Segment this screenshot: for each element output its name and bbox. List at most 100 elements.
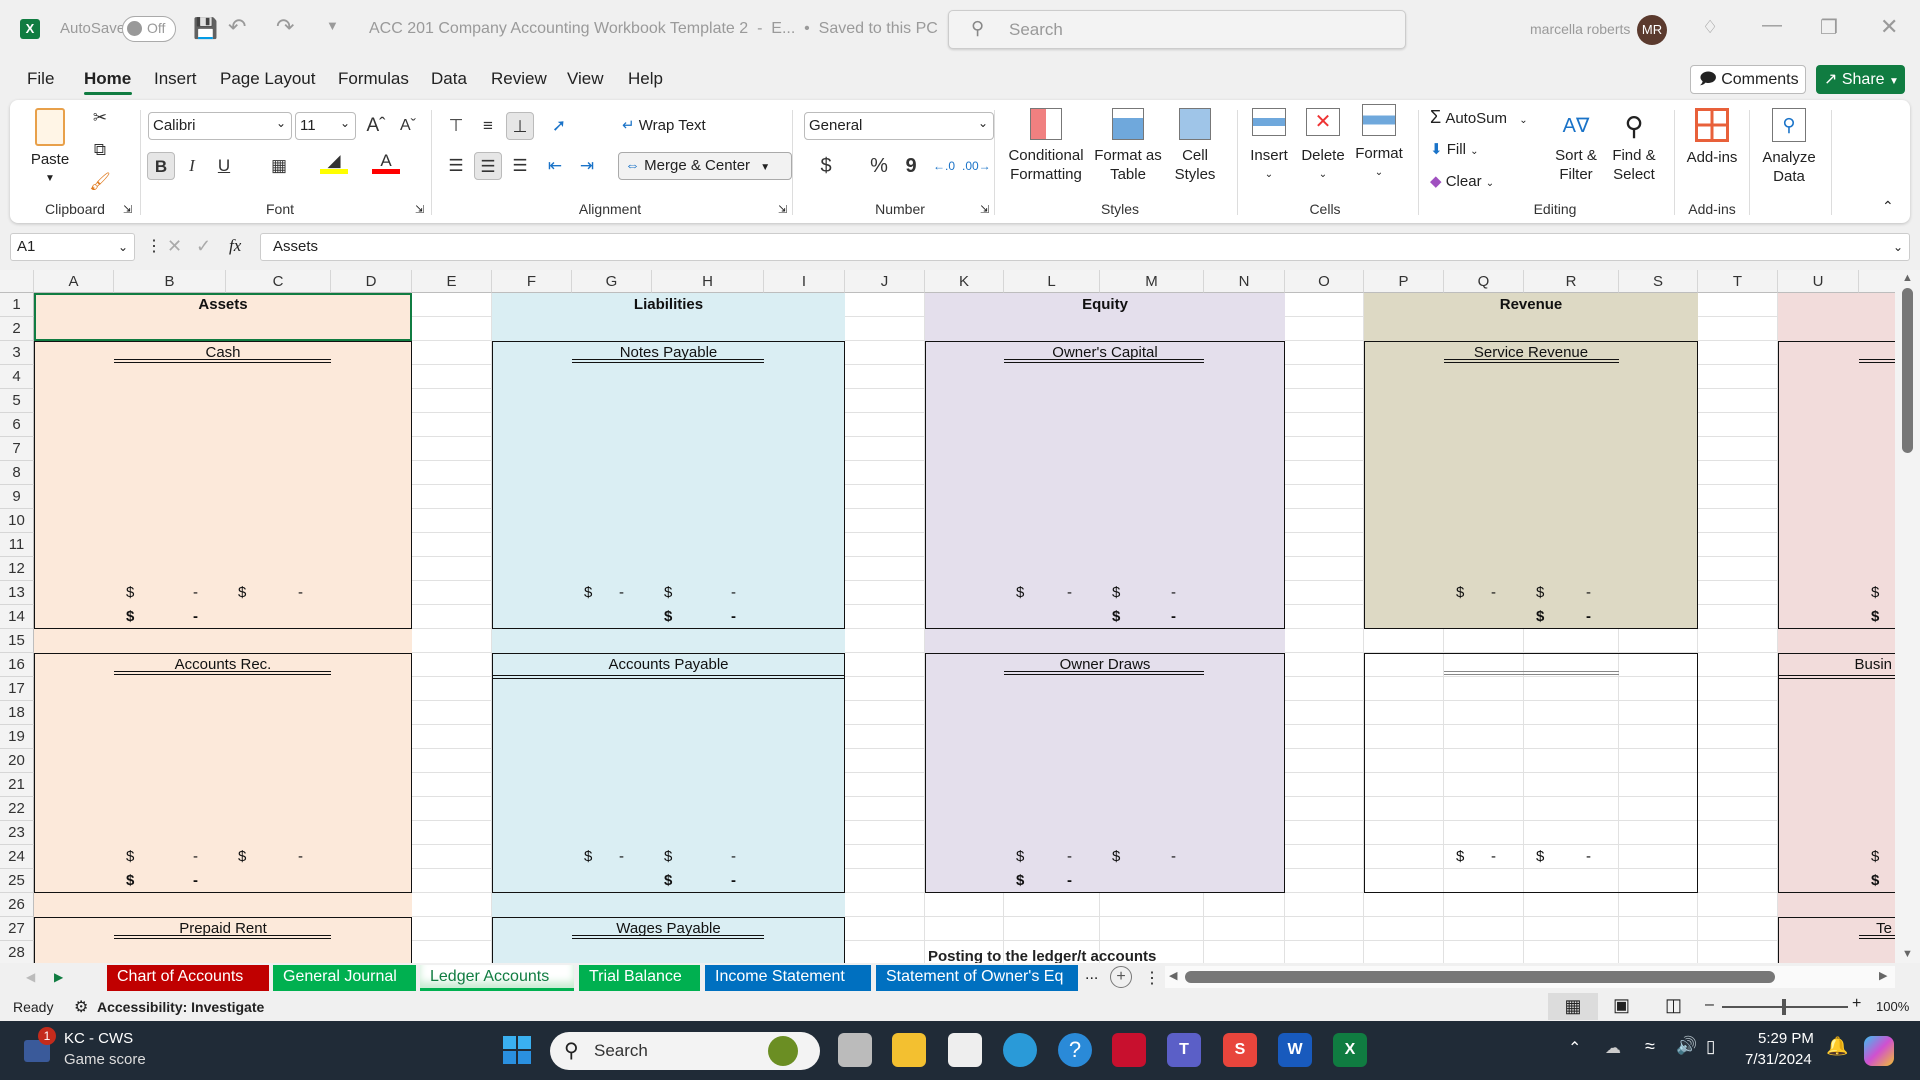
avatar[interactable]: MR [1637,15,1667,45]
row-header[interactable]: 1 [0,293,34,317]
name-box[interactable]: A1 ⌄ [10,233,135,261]
file-explorer-icon[interactable] [892,1033,926,1067]
column-header[interactable]: I [764,270,845,293]
row-header[interactable]: 20 [0,749,34,773]
column-header[interactable]: B [114,270,226,293]
group-header[interactable]: Revenue [1364,293,1698,317]
scroll-right-icon[interactable]: ▶ [1879,969,1887,982]
tab-help[interactable]: Help [628,69,663,89]
zoom-slider-thumb[interactable] [1782,999,1786,1015]
amount-cell[interactable]: $ [1859,869,1895,893]
copy-icon[interactable]: ⧉ [86,136,114,164]
column-header[interactable]: K [925,270,1004,293]
close-button[interactable]: ✕ [1880,14,1898,40]
taskbar-search[interactable]: ⚲ Search [550,1032,820,1070]
edge-icon[interactable] [1003,1033,1037,1067]
formula-input[interactable]: Assets ⌄ [260,233,1910,261]
row-header[interactable]: 5 [0,389,34,413]
amount-cell[interactable]: $ [1859,581,1895,605]
row-header[interactable]: 25 [0,869,34,893]
column-header[interactable]: L [1004,270,1100,293]
undo-icon[interactable]: ↶ [228,14,246,40]
cut-icon[interactable]: ✂ [86,104,114,132]
amount-cell[interactable]: $ - [572,581,652,605]
show-hidden-icons[interactable]: ⌃ [1568,1038,1581,1058]
cancel-icon[interactable]: ✕ [167,236,182,257]
widget-subtitle[interactable]: Game score [64,1051,146,1068]
amount-cell[interactable]: $ - [114,845,226,869]
vertical-scrollbar[interactable]: ▲ ▼ [1895,270,1920,965]
bold-button[interactable]: B [147,152,175,180]
row-header[interactable]: 11 [0,533,34,557]
amount-cell[interactable]: $ - [652,845,764,869]
column-header[interactable]: E [412,270,492,293]
amount-cell[interactable]: $ - [1444,845,1524,869]
row-header[interactable]: 24 [0,845,34,869]
tab-file[interactable]: File [27,69,54,89]
search-box[interactable]: ⚲ Search [948,10,1406,49]
copilot-icon[interactable] [1864,1036,1894,1066]
sheet-tab[interactable]: Statement of Owner's Eq [876,965,1078,991]
amount-cell[interactable]: $ - [226,581,331,605]
percent-button[interactable]: % [865,152,893,180]
task-view-icon[interactable] [838,1033,872,1067]
row-header[interactable]: 9 [0,485,34,509]
number-format-combo[interactable]: General ⌄ [804,112,994,140]
format-cells-button[interactable]: Format ⌄ [1351,104,1407,182]
windows-start-icon[interactable] [503,1036,531,1064]
scroll-tabs-right-icon[interactable]: ▶ [54,970,63,984]
analyze-data-button[interactable]: ⚲ Analyze Data [1756,108,1822,186]
amount-cell[interactable]: $ - [1524,581,1619,605]
tab-home[interactable]: Home [84,69,131,89]
minimize-button[interactable]: — [1762,14,1782,37]
row-header[interactable]: 16 [0,653,34,677]
dialog-launcher-icon[interactable]: ⇲ [123,203,132,216]
enter-icon[interactable]: ✓ [196,236,211,257]
borders-icon[interactable]: ▦ [265,152,293,180]
restore-button[interactable]: ❐ [1820,15,1838,40]
group-header[interactable]: Liabilities [492,293,845,317]
scroll-tabs-left-icon[interactable]: ◀ [26,970,35,984]
merge-center-button[interactable]: ⇔ Merge & Center ▼ [618,152,792,180]
column-header[interactable]: P [1364,270,1444,293]
format-painter-icon[interactable]: 🖌 [86,168,114,196]
italic-button[interactable]: I [178,152,206,180]
dialog-launcher-icon[interactable]: ⇲ [415,203,424,216]
fill-button[interactable]: ⬇ Fill ⌄ [1430,140,1478,161]
decrease-decimal-icon[interactable]: .00→ [962,152,991,180]
scroll-down-icon[interactable]: ▼ [1902,948,1913,960]
widget-title[interactable]: KC - CWS [64,1030,133,1047]
decrease-indent-icon[interactable]: ⇤ [541,152,569,180]
group-header[interactable]: Equity [925,293,1285,317]
increase-font-icon[interactable]: Aˆ [362,112,390,140]
align-top-icon[interactable]: ⊤ [442,112,470,140]
document-title[interactable]: ACC 201 Company Accounting Workbook Temp… [369,20,938,38]
conditional-formatting-button[interactable]: Conditional Formatting [1003,108,1089,184]
amount-cell[interactable]: $ - [652,605,764,629]
row-header[interactable]: 27 [0,917,34,941]
amount-cell[interactable]: $ - [1100,605,1204,629]
insert-cells-button[interactable]: Insert ⌄ [1243,108,1295,184]
word-icon[interactable]: W [1278,1033,1312,1067]
row-header[interactable]: 15 [0,629,34,653]
wrap-text-button[interactable]: ↵ Wrap Text [622,116,706,135]
row-header[interactable]: 4 [0,365,34,389]
sheet-tab[interactable]: Income Statement [705,965,871,991]
column-header[interactable]: O [1285,270,1364,293]
accessibility-icon[interactable]: ⚙ [74,997,88,1017]
align-bottom-icon[interactable]: ⊥ [506,112,534,140]
column-header[interactable]: M [1100,270,1204,293]
tab-formulas[interactable]: Formulas [338,69,409,89]
row-header[interactable]: 8 [0,461,34,485]
premium-diamond-icon[interactable]: ♢ [1702,17,1718,38]
sheet-tab[interactable]: Trial Balance [579,965,700,991]
amount-cell[interactable]: $ - [1004,869,1100,893]
decrease-font-icon[interactable]: Aˇ [394,112,422,140]
column-header[interactable]: A [34,270,114,293]
amount-cell[interactable]: $ - [226,845,331,869]
row-header[interactable]: 3 [0,341,34,365]
amount-cell[interactable]: $ - [572,845,652,869]
column-header[interactable]: S [1619,270,1698,293]
comma-button[interactable]: 9 [897,152,925,180]
find-select-button[interactable]: ⚲ Find & Select [1606,106,1662,184]
